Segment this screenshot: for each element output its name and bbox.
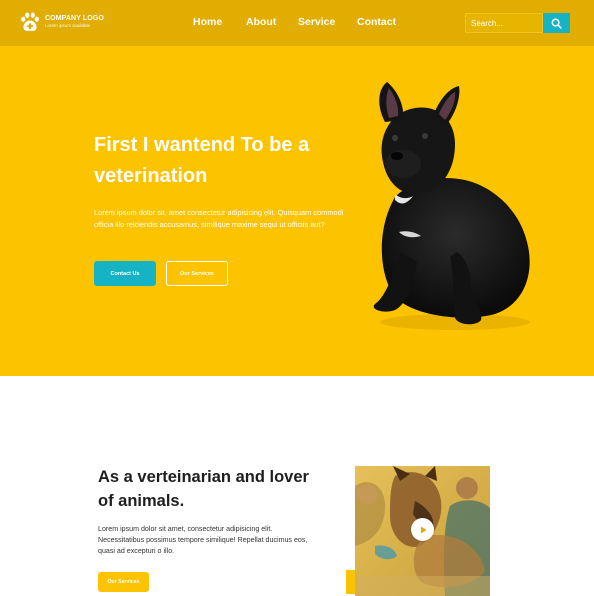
hero-section: First I wantend To be a veterination Lor… — [0, 46, 594, 376]
about-title-line-2: of animals. — [98, 491, 185, 510]
search-input[interactable] — [465, 13, 543, 33]
nav-service[interactable]: Service — [298, 16, 335, 28]
about-title: As a verteinarian and lover of animals. — [98, 466, 338, 513]
hero-title: First I wantend To be a veterination — [94, 130, 354, 192]
about-title-line-1: As a verteinarian and lover — [98, 468, 309, 486]
search-button[interactable] — [543, 13, 570, 33]
hero-title-line-2: veterination — [94, 165, 208, 187]
hero-title-line-1: First I wantend To be a — [94, 134, 310, 156]
hero-paragraph: Lorem ipsum dolor sit, amet consectetur … — [94, 208, 344, 230]
play-icon — [420, 526, 426, 533]
about-our-services-button[interactable]: Our Services — [98, 572, 149, 592]
contact-us-button[interactable]: Contact Us — [94, 261, 156, 286]
play-button[interactable] — [411, 518, 434, 541]
site-header: COMPANY LOGO Lorem ipsum available Home … — [0, 0, 594, 46]
nav-home[interactable]: Home — [193, 16, 222, 28]
nav-contact[interactable]: Contact — [357, 16, 396, 28]
french-bulldog-image — [373, 82, 530, 330]
search-icon — [551, 18, 562, 29]
nav-about[interactable]: About — [246, 16, 276, 28]
search-bar — [465, 13, 570, 33]
our-services-button[interactable]: Our Services — [166, 261, 228, 286]
about-paragraph: Lorem ipsum dolor sit amet, consectetur … — [98, 525, 308, 556]
